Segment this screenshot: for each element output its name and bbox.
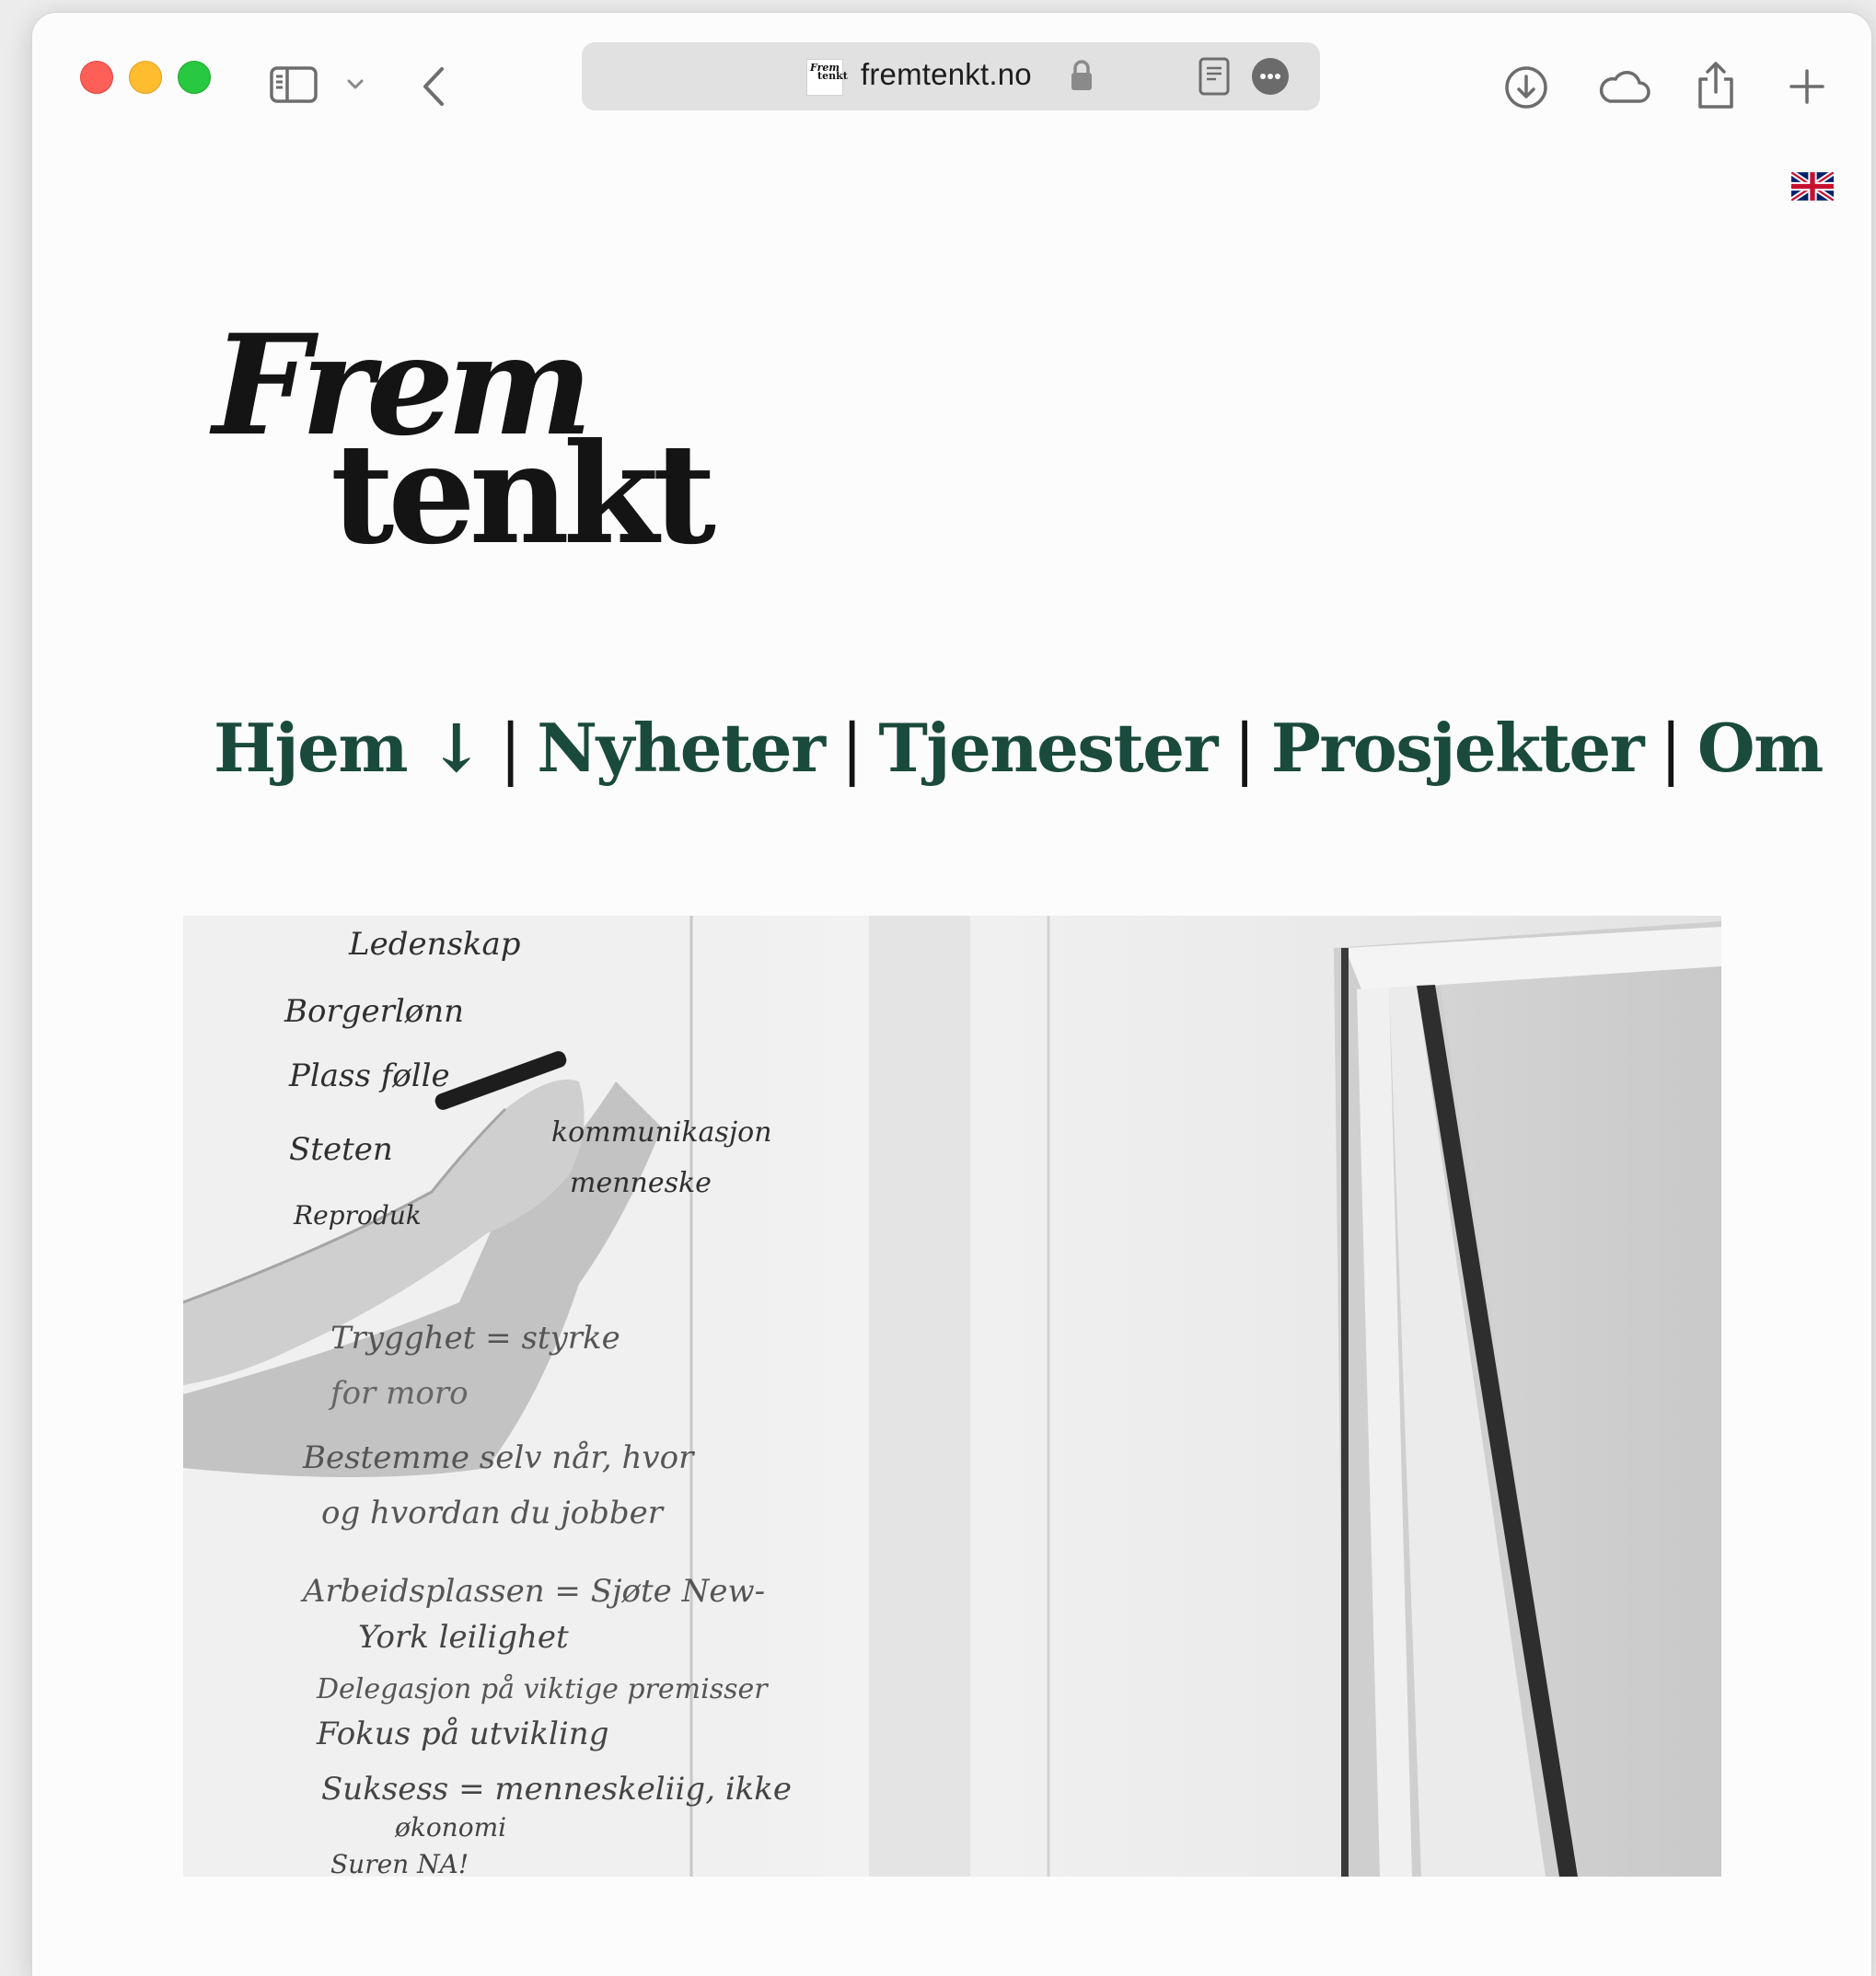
whiteboard-line: Suksess = menneskeliig, ikke (321, 1771, 792, 1808)
main-nav: Hjem ↓ | Nyheter | Tjenester | Prosjekter | Om (214, 715, 1824, 782)
uk-flag-icon[interactable] (1789, 169, 1835, 203)
nav-separator: | (1660, 710, 1682, 787)
address-bar[interactable]: Frem tenkt fremtenkt.no (582, 42, 1320, 110)
minimize-window-button[interactable] (129, 61, 162, 94)
site-favicon: Frem tenkt (806, 59, 848, 96)
whiteboard-line: Fokus på utvikling (316, 1716, 608, 1752)
icloud-tabs-icon[interactable] (1597, 68, 1650, 105)
logo-tenkt: tenkt (330, 413, 716, 575)
nav-item-nyheter[interactable]: Nyheter (537, 709, 826, 787)
lock-icon (1070, 59, 1094, 97)
whiteboard-line: York leilighet (358, 1619, 569, 1656)
whiteboard-line: Plass følle (288, 1057, 450, 1094)
browser-toolbar: Frem tenkt fremtenkt.no (32, 13, 1871, 142)
whiteboard-line: Suren NA! (330, 1849, 469, 1877)
nav-separator: | (1233, 710, 1256, 787)
whiteboard-line: Trygghet = styrke (330, 1320, 620, 1357)
nav-item-hjem[interactable]: Hjem ↓ (214, 709, 484, 787)
hero-image: Ledenskap Borgerlønn Plass følle Steten … (183, 916, 1721, 1877)
nav-item-tjenester[interactable]: Tjenester (878, 709, 1218, 787)
nav-item-om[interactable]: Om (1697, 709, 1824, 787)
browser-window: Frem tenkt fremtenkt.no Frem tenkt Hjem … (32, 13, 1871, 1976)
sidebar-toggle-icon[interactable] (270, 66, 318, 103)
nav-item-prosjekter[interactable]: Prosjekter (1271, 709, 1645, 787)
whiteboard-line: Delegasjon på viktige premisser (316, 1673, 769, 1705)
chevron-down-icon[interactable] (346, 78, 365, 91)
whiteboard-line: Steten (289, 1131, 393, 1168)
whiteboard-line: økonomi (394, 1812, 506, 1843)
new-tab-plus-icon[interactable] (1789, 68, 1825, 105)
whiteboard-line: menneske (570, 1167, 712, 1199)
more-options-icon[interactable] (1252, 58, 1289, 95)
url-text: fremtenkt.no (861, 57, 1032, 91)
nav-separator: | (499, 710, 521, 787)
nav-separator: | (840, 710, 863, 787)
share-icon[interactable] (1697, 61, 1735, 110)
whiteboard-line: kommunikasjon (551, 1116, 772, 1149)
whiteboard-line: og hvordan du jobber (321, 1495, 665, 1531)
zoom-window-button[interactable] (178, 61, 211, 94)
back-arrow-icon[interactable] (422, 66, 446, 107)
close-window-button[interactable] (80, 61, 113, 94)
whiteboard-line: for moro (328, 1375, 469, 1412)
reader-mode-icon[interactable] (1199, 57, 1230, 100)
whiteboard-line: Arbeidsplassen = Sjøte New- (300, 1573, 765, 1610)
whiteboard-line: Bestemme selv når, hvor (302, 1439, 695, 1476)
whiteboard-line: Ledenskap (348, 926, 521, 963)
whiteboard-line: Borgerlønn (284, 993, 464, 1030)
download-icon[interactable] (1504, 65, 1548, 110)
whiteboard-line: Reproduk (293, 1200, 422, 1231)
